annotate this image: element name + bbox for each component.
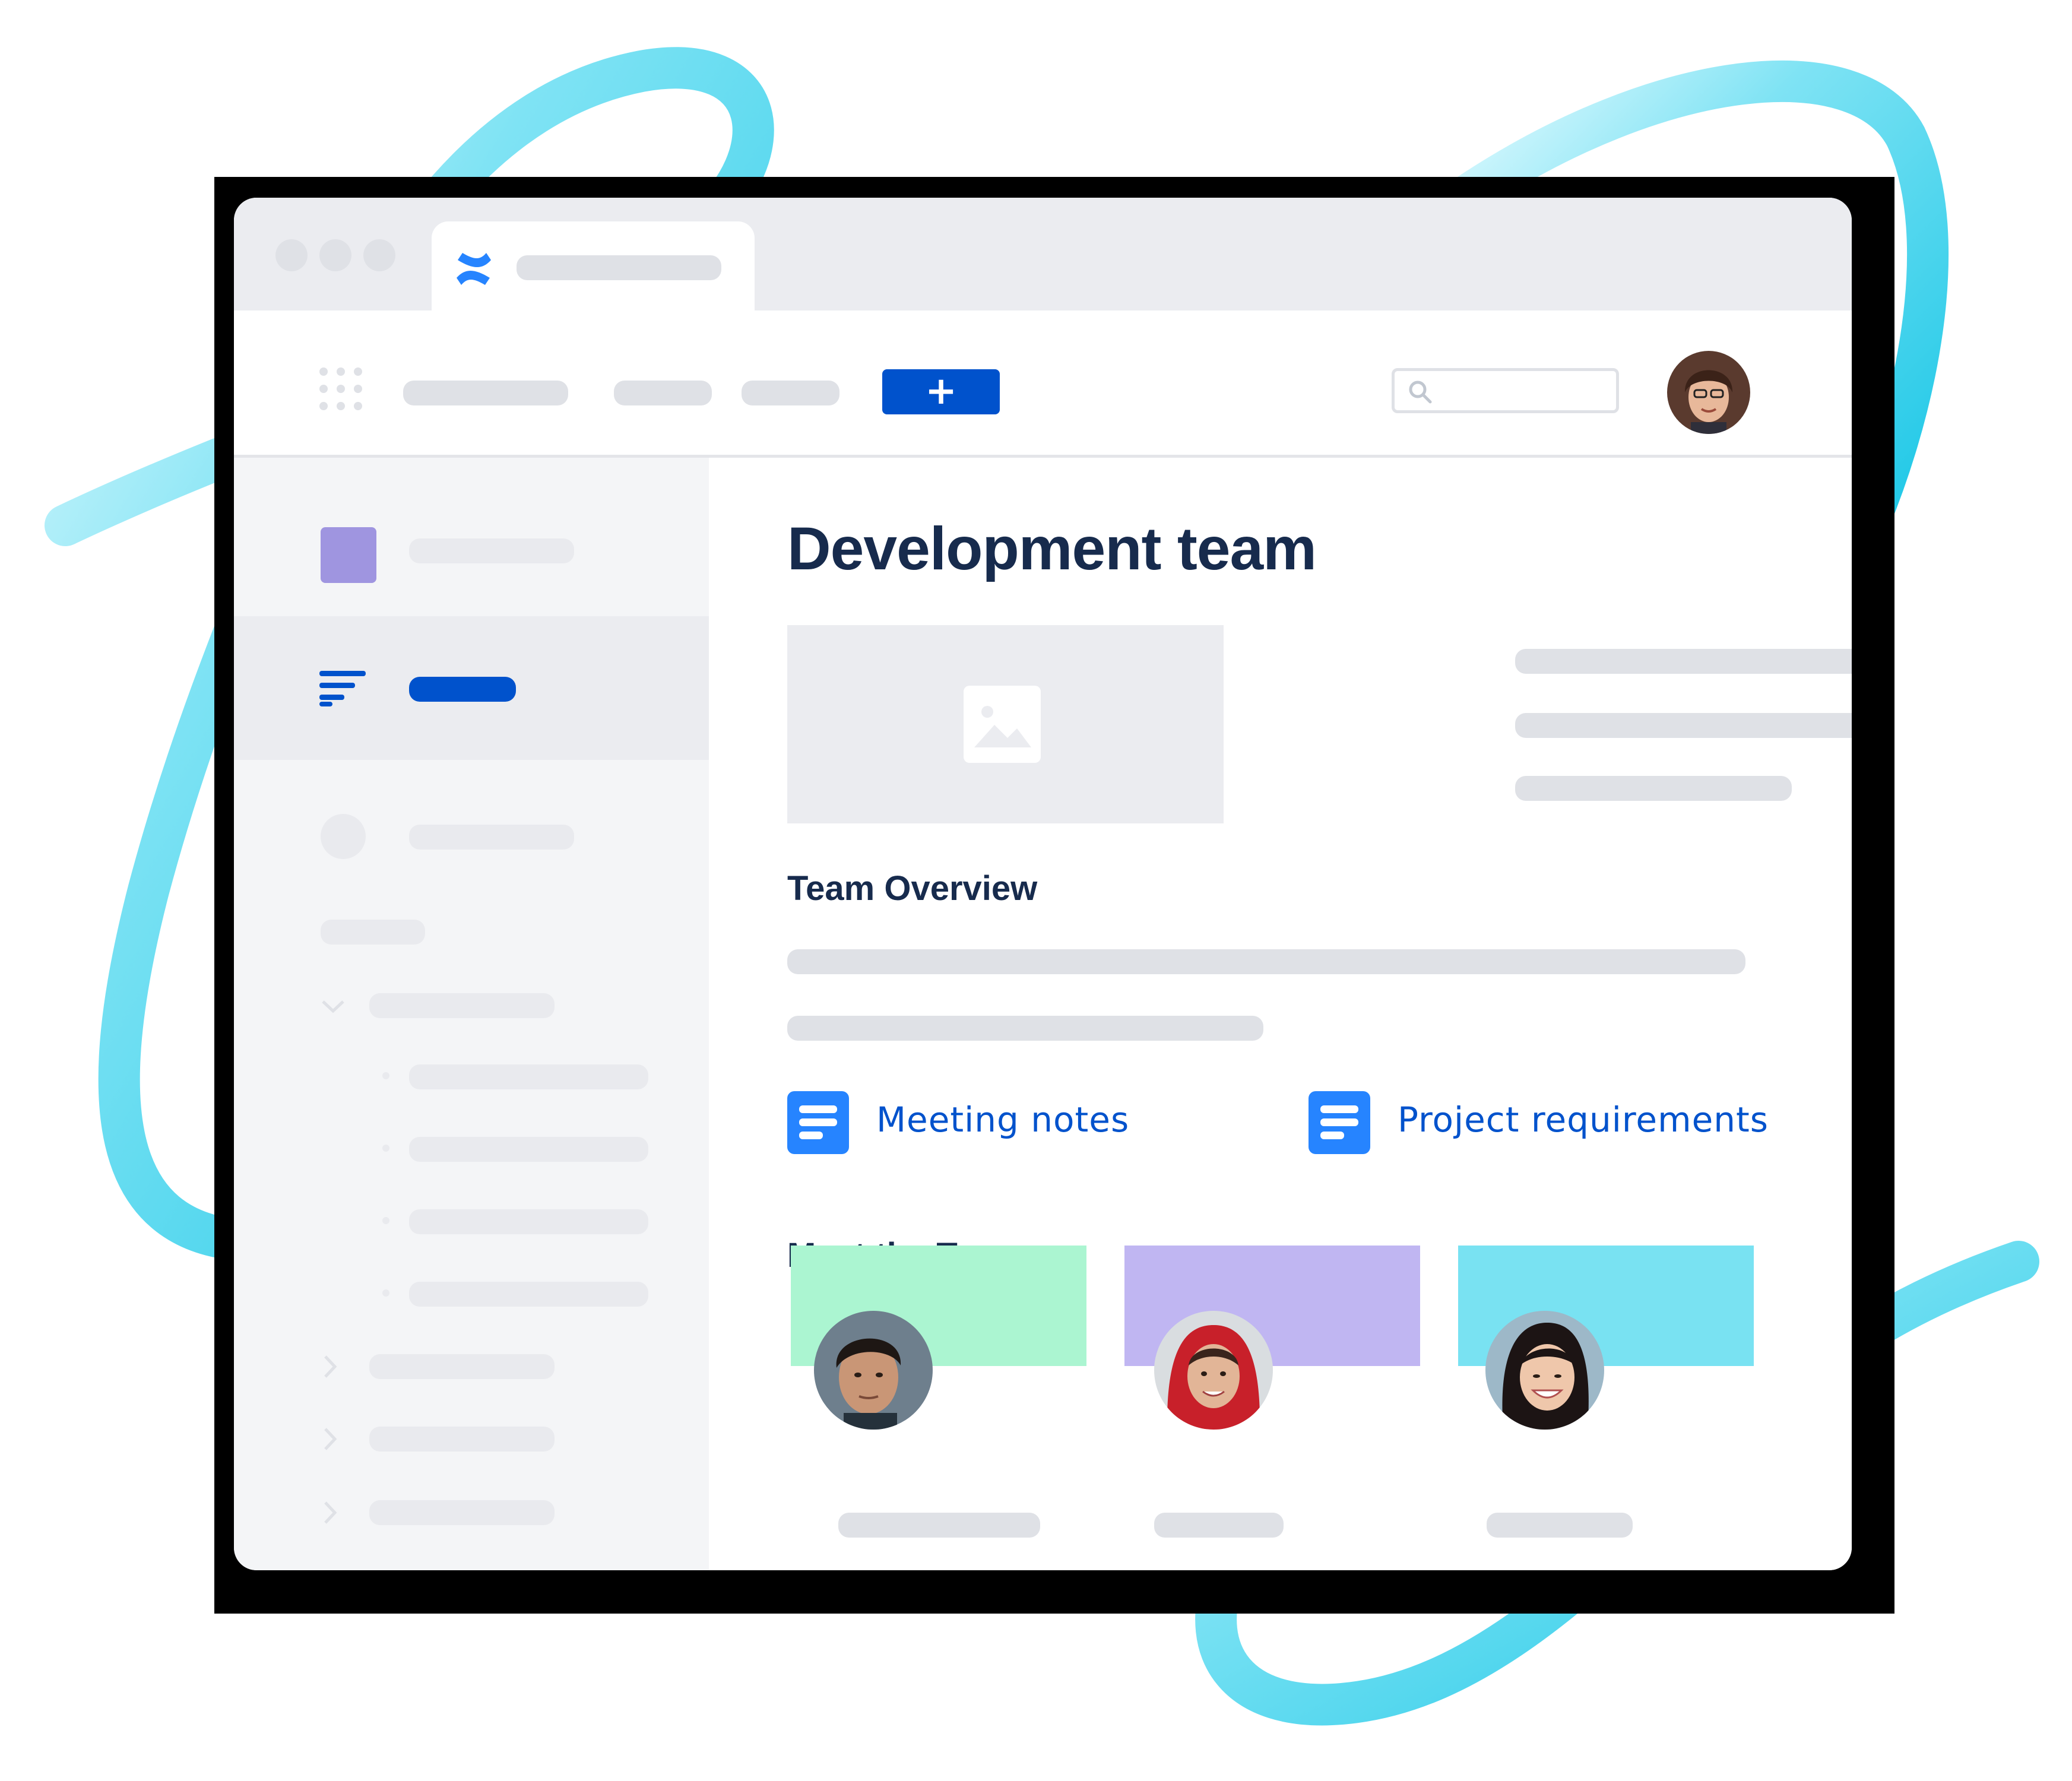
search-input[interactable] <box>1392 368 1619 413</box>
chevron-right-icon[interactable] <box>323 1354 338 1379</box>
team-member-1-name-placeholder <box>838 1513 1040 1538</box>
window-minimize-dot[interactable] <box>319 239 351 271</box>
nav-item-placeholder[interactable] <box>403 381 568 405</box>
tree-child-placeholder[interactable] <box>409 1209 648 1234</box>
tree-item-placeholder[interactable] <box>369 993 555 1018</box>
document-icon <box>1309 1091 1370 1154</box>
text-line-placeholder <box>1515 713 1852 738</box>
avatar-man-dark-hair <box>814 1311 933 1430</box>
bullet-dot <box>382 1072 389 1079</box>
profile-avatar[interactable] <box>1667 351 1750 434</box>
browser-tab[interactable] <box>432 221 755 312</box>
team-member-2-name-placeholder <box>1154 1513 1284 1538</box>
tree-item-placeholder[interactable] <box>369 1354 555 1379</box>
bullet-dot <box>382 1145 389 1152</box>
window-close-dot[interactable] <box>275 239 308 271</box>
team-member-2-avatar[interactable] <box>1154 1311 1273 1430</box>
image-icon <box>964 686 1041 763</box>
team-member-3-name-placeholder <box>1487 1513 1633 1538</box>
search-icon <box>1409 381 1432 404</box>
sidebar-item-overview[interactable] <box>234 616 709 760</box>
nav-item-placeholder[interactable] <box>614 381 712 405</box>
confluence-logo-icon <box>457 253 491 285</box>
tree-child-placeholder[interactable] <box>409 1282 648 1307</box>
tree-item-placeholder[interactable] <box>369 1500 555 1525</box>
meeting-notes-link[interactable]: Meeting notes <box>787 1091 1203 1156</box>
text-line-placeholder <box>1515 649 1852 674</box>
document-icon <box>787 1091 849 1154</box>
create-button[interactable]: + <box>882 369 1000 414</box>
sidebar <box>234 458 709 1570</box>
browser-window: + Development team Team Overview Meeting… <box>234 198 1852 1570</box>
chevron-right-icon[interactable] <box>323 1500 338 1525</box>
avatar-woman-glasses <box>1667 351 1750 434</box>
project-requirements-label: Project requirements <box>1398 1099 1769 1140</box>
chevron-right-icon[interactable] <box>323 1427 338 1452</box>
tree-child-placeholder[interactable] <box>409 1064 648 1089</box>
team-member-1-avatar[interactable] <box>814 1311 933 1430</box>
app-switcher-icon[interactable] <box>319 367 365 413</box>
bullet-dot <box>382 1289 389 1297</box>
avatar-woman-smiling <box>1485 1311 1604 1430</box>
tab-title-placeholder <box>517 255 721 280</box>
top-navigation: + <box>234 310 1852 458</box>
page-title: Development team <box>787 515 1317 582</box>
image-placeholder[interactable] <box>787 625 1224 823</box>
text-line-placeholder <box>787 1016 1263 1041</box>
nav-item-placeholder[interactable] <box>742 381 839 405</box>
sidebar-item-icon <box>321 814 366 859</box>
space-name-placeholder[interactable] <box>409 538 574 563</box>
avatar-woman-red-hood <box>1154 1311 1273 1430</box>
text-line-placeholder <box>787 949 1745 974</box>
sidebar-item-placeholder[interactable] <box>409 825 574 850</box>
tree-child-placeholder[interactable] <box>409 1137 648 1162</box>
window-maximize-dot[interactable] <box>363 239 395 271</box>
text-line-placeholder <box>1515 776 1792 801</box>
project-requirements-link[interactable]: Project requirements <box>1309 1091 1778 1156</box>
sidebar-section-placeholder <box>321 920 425 945</box>
tree-item-placeholder[interactable] <box>369 1427 555 1452</box>
chevron-down-icon[interactable] <box>321 999 346 1015</box>
meeting-notes-label: Meeting notes <box>876 1099 1130 1140</box>
bullet-dot <box>382 1217 389 1224</box>
team-member-3-avatar[interactable] <box>1485 1311 1604 1430</box>
sidebar-item-label <box>409 677 516 702</box>
overview-lines-icon <box>319 671 366 706</box>
space-avatar[interactable] <box>321 527 376 583</box>
team-overview-heading: Team Overview <box>787 869 1038 908</box>
browser-titlebar <box>234 198 1852 312</box>
